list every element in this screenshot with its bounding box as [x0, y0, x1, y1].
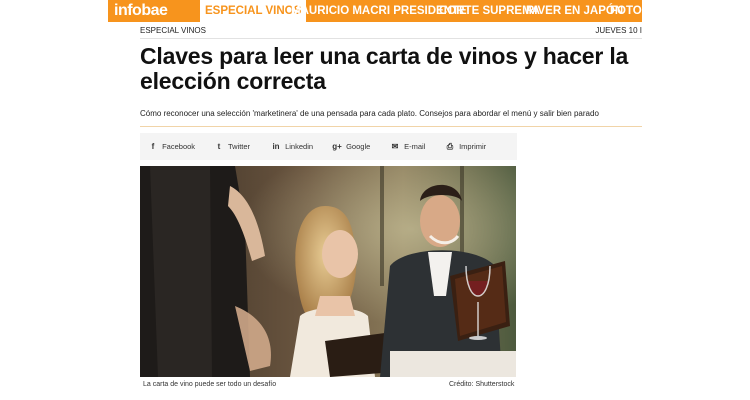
article-photo	[140, 166, 516, 377]
google-plus-icon: g+	[332, 142, 342, 151]
share-print-button[interactable]: ⎙ Imprimir	[443, 133, 486, 160]
top-nav-bar: infobae ESPECIAL VINOS MAURICIO MACRI PR…	[108, 0, 642, 22]
share-google-button[interactable]: g+ Google	[330, 133, 370, 160]
article-subtitle: Cómo reconocer una selección 'marketiner…	[140, 109, 599, 118]
section-label[interactable]: ESPECIAL VINOS	[140, 26, 206, 35]
date-label: JUEVES 10 I	[595, 26, 642, 35]
share-bar: f Facebook t Twitter in Linkedin g+ Goog…	[140, 133, 517, 160]
share-label: Facebook	[162, 142, 196, 151]
share-label: E-mail	[404, 142, 426, 151]
nav-item-fotos[interactable]: FOTOS	[610, 0, 642, 22]
twitter-icon: t	[217, 142, 221, 151]
nav-item-corte-suprema[interactable]: CORTE SUPREMA	[439, 0, 540, 22]
share-label: Twitter	[227, 142, 251, 151]
share-label: Google	[346, 142, 371, 151]
divider	[140, 126, 642, 127]
share-email-button[interactable]: ✉ E-mail	[388, 133, 426, 160]
share-linkedin-button[interactable]: in Linkedin	[269, 133, 313, 160]
photo-caption: La carta de vino puede ser todo un desaf…	[143, 381, 277, 388]
linkedin-icon: in	[272, 142, 280, 151]
photo-credit: Crédito: Shutterstock	[449, 381, 515, 388]
email-icon: ✉	[391, 142, 399, 151]
site-logo[interactable]: infobae	[108, 0, 197, 22]
section-bar: ESPECIAL VINOS JUEVES 10 I	[140, 22, 642, 39]
share-twitter-button[interactable]: t Twitter	[212, 133, 250, 160]
share-label: Imprimir	[459, 142, 487, 151]
nav-item-river-en-japon[interactable]: RIVER EN JAPÓN	[526, 0, 623, 22]
article-title: Claves para leer una carta de vinos y ha…	[140, 43, 629, 94]
print-icon: ⎙	[446, 142, 454, 151]
facebook-icon: f	[151, 142, 155, 151]
share-label: Linkedin	[285, 142, 314, 151]
share-facebook-button[interactable]: f Facebook	[146, 133, 195, 160]
